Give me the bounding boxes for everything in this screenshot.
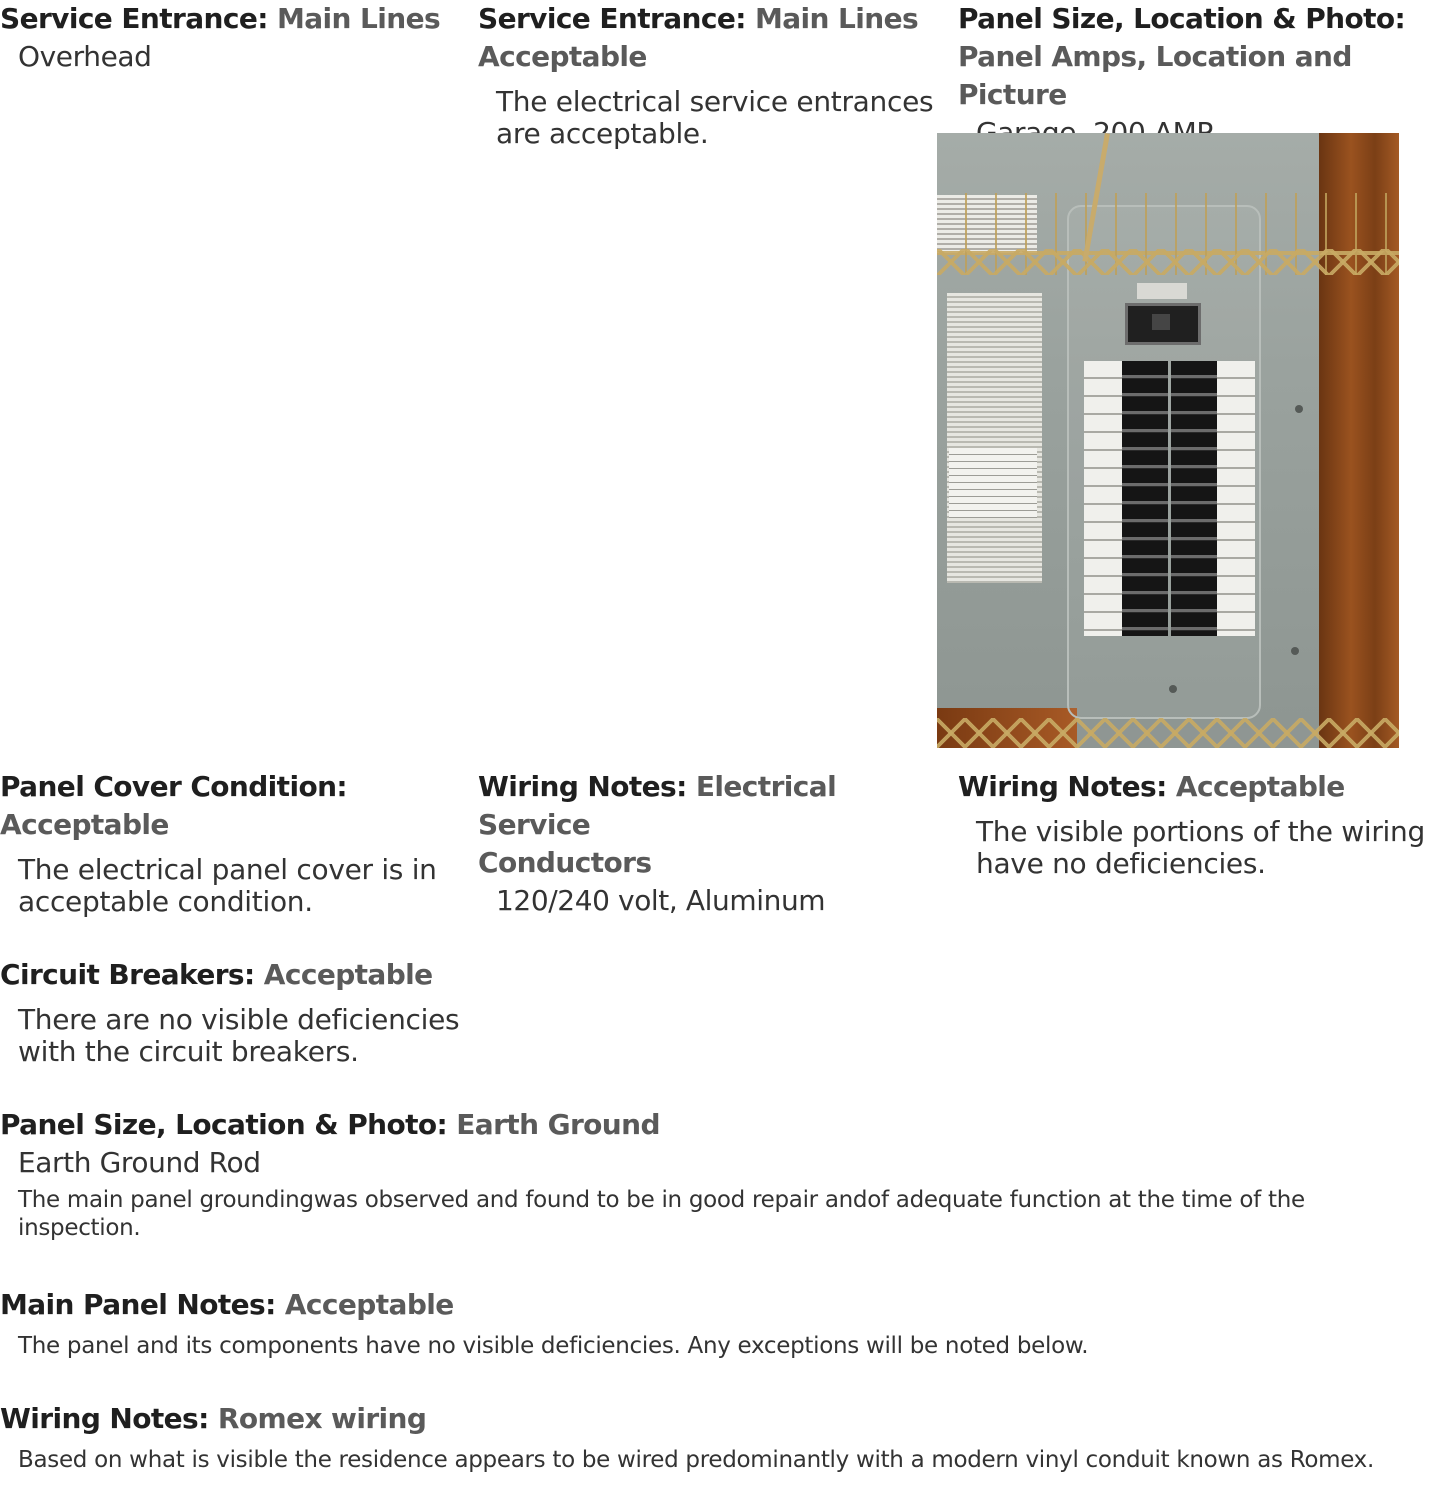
heading-status: Acceptable (284, 1288, 454, 1321)
circuit-directory-left (1084, 361, 1122, 636)
breaker-column-right (1171, 361, 1217, 636)
heading-value: Panel Amps, Location and Picture (958, 40, 1352, 111)
section-comment: The electrical service entrances are acc… (478, 86, 938, 150)
section-heading: Panel Cover Condition: Acceptable (0, 768, 460, 844)
heading-value: Romex wiring (217, 1402, 427, 1435)
panel-screw (1169, 685, 1177, 693)
section-comment: Based on what is visible the residence a… (18, 1447, 1374, 1473)
panel-photo-section: Panel Size, Location & Photo: Panel Amps… (958, 0, 1432, 152)
heading-status: Acceptable (1175, 770, 1345, 803)
section-comment: The electrical panel cover is in accepta… (0, 854, 460, 918)
section-answer: 120/240 volt, Aluminum (496, 884, 826, 917)
panel-cover-section: Panel Cover Condition: Acceptable The el… (0, 768, 460, 918)
section-comment: The visible portions of the wiring have … (958, 816, 1432, 880)
heading-value: Main Lines (276, 2, 441, 35)
circuit-breakers-section: Circuit Breakers: Acceptable There are n… (0, 956, 470, 1068)
main-panel-notes-section: Main Panel Notes: Acceptable The panel a… (0, 1286, 1410, 1360)
section-heading: Service Entrance: Main Lines (0, 0, 460, 38)
panel-circuit-label (949, 448, 1037, 518)
heading-value: Main Lines (754, 2, 919, 35)
section-heading: Wiring Notes: Acceptable (958, 768, 1432, 806)
earth-ground-section: Panel Size, Location & Photo: Earth Grou… (0, 1106, 1410, 1242)
section-heading: Main Panel Notes: Acceptable (0, 1286, 1410, 1324)
panel-screw (1291, 647, 1299, 655)
comment-line: with the circuit breakers. (18, 1035, 359, 1068)
heading-label: Wiring Notes: (478, 770, 687, 803)
main-breaker (1125, 303, 1201, 345)
heading-status: Acceptable (263, 958, 433, 991)
section-heading: Circuit Breakers: Acceptable (0, 956, 470, 994)
wiring-conductors-section: Wiring Notes: Electrical Service Conduct… (478, 768, 938, 920)
heading-label: Service Entrance: (478, 2, 746, 35)
comment-line: There are no visible deficiencies (18, 1003, 460, 1036)
service-entrance-overhead-section: Service Entrance: Main Lines Overhead (0, 0, 460, 76)
section-heading: Wiring Notes: Electrical Service Conduct… (478, 768, 938, 882)
comment-line: acceptable condition. (18, 885, 313, 918)
section-answer: Overhead (18, 40, 152, 73)
heading-label: Main Panel Notes: (0, 1288, 276, 1321)
breaker-column-left (1122, 361, 1168, 636)
heading-value: Earth Ground (456, 1108, 660, 1141)
heading-label: Wiring Notes: (0, 1402, 209, 1435)
section-heading: Service Entrance: Main Lines Acceptable (478, 0, 938, 76)
heading-label: Wiring Notes: (958, 770, 1167, 803)
section-heading: Panel Size, Location & Photo: Panel Amps… (958, 0, 1432, 114)
section-answer: Earth Ground Rod (18, 1146, 261, 1179)
wire-shelf-edge (937, 249, 1399, 275)
electrical-panel-photo (937, 133, 1399, 748)
heading-value: Conductors (478, 846, 652, 879)
comment-line: are acceptable. (496, 117, 709, 150)
wiring-acceptable-section: Wiring Notes: Acceptable The visible por… (958, 768, 1432, 880)
circuit-directory-right (1217, 361, 1255, 636)
heading-label: Panel Cover Condition: (0, 770, 348, 803)
section-comment: There are no visible deficiencies with t… (0, 1004, 470, 1068)
heading-status: Acceptable (0, 808, 169, 841)
romex-wiring-section: Wiring Notes: Romex wiring Based on what… (0, 1400, 1410, 1474)
wire-shelf-lower (937, 718, 1399, 748)
heading-label: Circuit Breakers: (0, 958, 255, 991)
heading-label: Service Entrance: (0, 2, 268, 35)
comment-line: The visible portions of the wiring (976, 815, 1425, 848)
panel-instruction-label (947, 293, 1042, 583)
service-entrance-acceptable-section: Service Entrance: Main Lines Acceptable … (478, 0, 938, 150)
section-heading: Panel Size, Location & Photo: Earth Grou… (0, 1106, 1410, 1144)
comment-line: The electrical service entrances (496, 85, 934, 118)
heading-label: Panel Size, Location & Photo: (0, 1108, 448, 1141)
section-heading: Wiring Notes: Romex wiring (0, 1400, 1410, 1438)
heading-label: Panel Size, Location & Photo: (958, 2, 1406, 35)
panel-screw (1295, 405, 1303, 413)
comment-line: The electrical panel cover is in (18, 853, 437, 886)
main-breaker-label (1137, 283, 1187, 299)
section-comment: The panel and its components have no vis… (18, 1333, 1089, 1359)
comment-line: have no deficiencies. (976, 847, 1266, 880)
heading-status: Acceptable (478, 40, 647, 73)
section-comment: The main panel groundingwas observed and… (18, 1187, 1305, 1241)
